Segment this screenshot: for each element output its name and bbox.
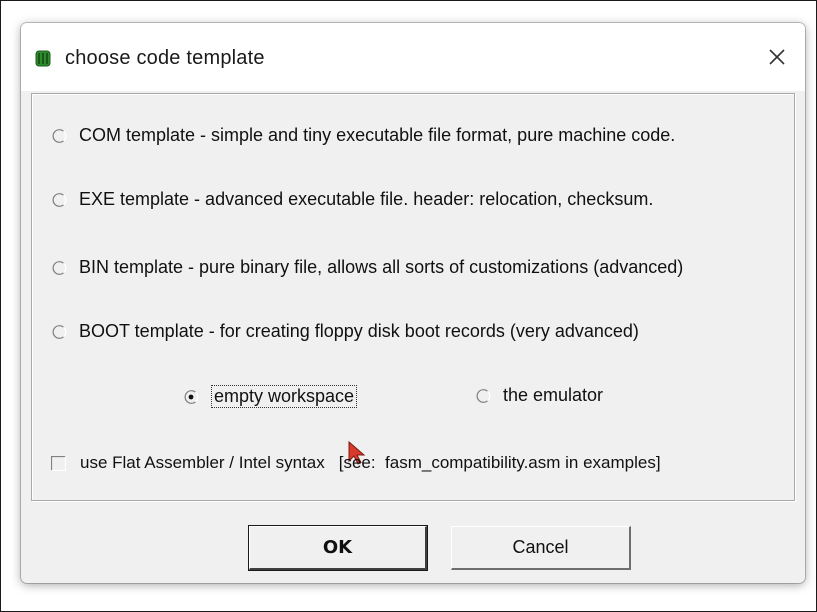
radio-unchecked-icon: [52, 128, 67, 143]
cancel-button[interactable]: Cancel: [451, 526, 631, 570]
radio-exe-label: EXE template - advanced executable file.…: [79, 189, 654, 209]
template-options-group: [31, 93, 795, 501]
the-emulator-label: the emulator: [503, 385, 604, 405]
radio-the-emulator[interactable]: the emulator: [475, 385, 603, 406]
fasm-syntax-label: use Flat Assembler / Intel syntax: [80, 453, 325, 472]
radio-boot-label: BOOT template - for creating floppy disk…: [79, 321, 639, 341]
empty-workspace-label: empty workspace: [211, 385, 358, 408]
ok-button[interactable]: OK: [248, 525, 428, 571]
radio-unchecked-icon: [476, 388, 491, 403]
radio-checked-icon: [184, 389, 199, 404]
radio-unchecked-icon: [52, 192, 67, 207]
close-icon[interactable]: [759, 39, 795, 75]
choose-template-dialog: choose code template COM template - simp…: [21, 23, 805, 583]
checkbox-unchecked-icon: [51, 455, 66, 471]
screenshot-frame: choose code template COM template - simp…: [0, 0, 817, 612]
radio-exe-template[interactable]: EXE template - advanced executable file.…: [51, 189, 653, 210]
radio-com-label: COM template - simple and tiny executabl…: [79, 125, 676, 145]
dialog-title: choose code template: [65, 47, 265, 69]
radio-unchecked-icon: [52, 324, 67, 339]
radio-unchecked-icon: [52, 260, 67, 275]
title-bar: choose code template: [21, 23, 805, 91]
radio-empty-workspace[interactable]: empty workspace: [183, 385, 358, 408]
radio-bin-template[interactable]: BIN template - pure binary file, allows …: [51, 257, 683, 278]
radio-boot-template[interactable]: BOOT template - for creating floppy disk…: [51, 321, 639, 342]
radio-com-template[interactable]: COM template - simple and tiny executabl…: [51, 125, 675, 146]
radio-bin-label: BIN template - pure binary file, allows …: [79, 257, 684, 277]
fasm-syntax-checkbox[interactable]: use Flat Assembler / Intel syntax [see: …: [51, 453, 661, 473]
fasm-hint-text: [see: fasm_compatibility.asm in examples…: [338, 453, 661, 472]
green-chip-icon: [35, 50, 51, 67]
